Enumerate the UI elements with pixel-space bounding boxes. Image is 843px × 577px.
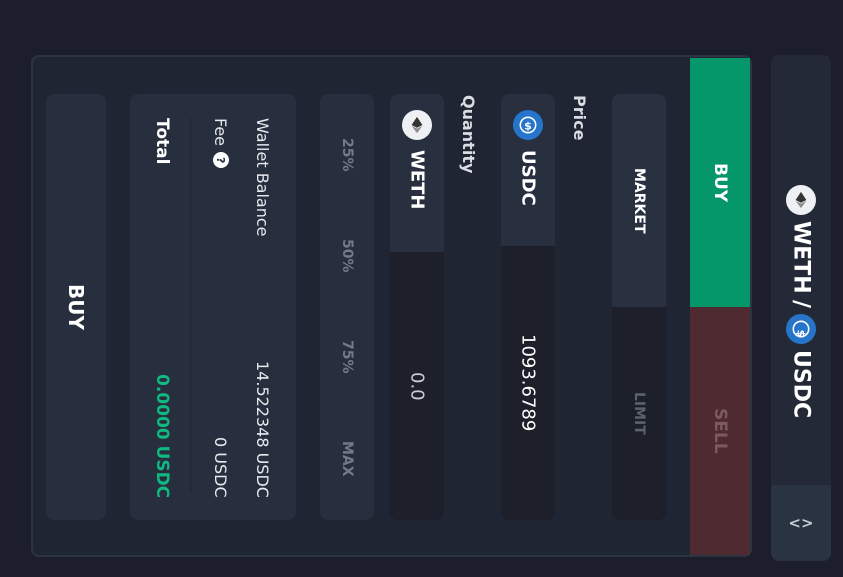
- eth-icon: [402, 110, 432, 140]
- wallet-balance-label: Wallet Balance: [253, 118, 272, 237]
- fee-label-group: Fee ?: [211, 118, 230, 169]
- percent-buttons: 25% 50% 75% MAX: [320, 94, 374, 520]
- help-icon[interactable]: ?: [212, 152, 229, 169]
- total-row: Total 0.0000 USDC: [152, 118, 172, 498]
- svg-text:$: $: [524, 119, 532, 132]
- quantity-token: WETH: [390, 94, 444, 252]
- quantity-token-label: WETH: [406, 150, 428, 210]
- tab-sell-label: SELL: [710, 408, 730, 454]
- fee-row: Fee ? 0 USDC: [211, 118, 230, 498]
- svg-text:$: $: [795, 329, 808, 337]
- order-summary: Wallet Balance 14.522348 USDC Fee ? 0 US…: [130, 94, 296, 520]
- percent-25-button[interactable]: 25%: [339, 138, 355, 172]
- code-brackets-icon: <>: [788, 514, 814, 532]
- tab-buy[interactable]: BUY: [690, 58, 750, 307]
- buy-submit-button[interactable]: BUY: [46, 94, 106, 520]
- price-input[interactable]: 1093.6789: [501, 246, 555, 520]
- price-label: Price: [570, 95, 589, 141]
- order-type-limit-label: LIMIT: [631, 392, 647, 435]
- tab-buy-label: BUY: [710, 162, 730, 203]
- buy-submit-label: BUY: [64, 284, 88, 330]
- usdc-icon: $: [786, 313, 816, 344]
- divider: [190, 118, 192, 493]
- order-type-market[interactable]: MARKET: [612, 94, 666, 307]
- percent-50-button[interactable]: 50%: [339, 239, 355, 273]
- percent-75-button[interactable]: 75%: [339, 340, 355, 374]
- fee-label: Fee: [211, 118, 230, 147]
- pair-title: WETH / $ USDC: [786, 185, 816, 418]
- usdc-icon: $: [513, 110, 543, 140]
- price-value: 1093.6789: [517, 334, 539, 432]
- pair-base: WETH: [788, 221, 814, 294]
- quantity-input[interactable]: 0.0: [390, 252, 444, 520]
- total-label: Total: [152, 118, 172, 165]
- total-value: 0.0000 USDC: [152, 373, 172, 498]
- wallet-balance-value: 14.522348 USDC: [253, 361, 272, 498]
- price-token-label: USDC: [517, 150, 539, 206]
- order-type-limit[interactable]: LIMIT: [612, 307, 666, 520]
- wallet-balance-row: Wallet Balance 14.522348 USDC: [253, 118, 272, 498]
- price-token: $ USDC: [501, 94, 555, 246]
- percent-max-button[interactable]: MAX: [339, 441, 355, 477]
- pair-separator: /: [788, 299, 814, 308]
- fee-value: 0 USDC: [211, 437, 230, 498]
- eth-icon: [786, 185, 816, 215]
- quantity-label: Quantity: [459, 95, 478, 174]
- help-icon-glyph: ?: [214, 156, 227, 164]
- order-type-market-label: MARKET: [631, 167, 647, 234]
- expand-toggle-button[interactable]: <>: [771, 485, 831, 561]
- tab-sell[interactable]: SELL: [690, 307, 750, 555]
- quantity-value: 0.0: [406, 371, 428, 401]
- pair-quote: USDC: [788, 349, 814, 418]
